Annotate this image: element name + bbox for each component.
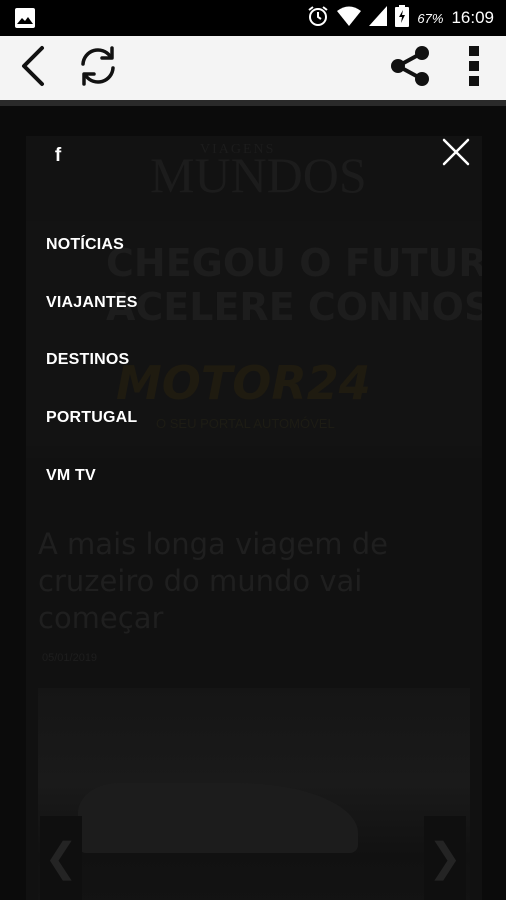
menu-item-vm-tv[interactable]: VM TV: [46, 464, 96, 488]
menu-item-noticias[interactable]: NOTÍCIAS: [46, 233, 124, 257]
image-notification-icon: [14, 7, 36, 34]
refresh-icon: [76, 44, 120, 93]
back-button[interactable]: [10, 36, 56, 100]
close-icon: [438, 138, 474, 174]
wifi-icon: [337, 6, 362, 31]
back-icon: [18, 44, 48, 93]
menu-item-destinos[interactable]: DESTINOS: [46, 348, 129, 372]
status-bar: 67% 16:09: [0, 0, 506, 36]
signal-icon: [369, 5, 388, 31]
battery-percent: 67%: [417, 10, 444, 26]
facebook-icon[interactable]: f: [44, 142, 72, 170]
refresh-button[interactable]: [70, 36, 126, 100]
navigation-drawer: f NOTÍCIAS VIAJANTES DESTINOS PORTUGAL V…: [0, 106, 506, 900]
share-icon: [388, 44, 432, 93]
share-button[interactable]: [382, 36, 438, 100]
menu-item-portugal[interactable]: PORTUGAL: [46, 406, 137, 430]
browser-toolbar: [0, 36, 506, 100]
more-options-button[interactable]: [456, 36, 492, 100]
battery-icon: [395, 4, 410, 32]
alarm-icon: [307, 5, 329, 32]
more-vert-icon: [467, 44, 481, 93]
close-menu-button[interactable]: [438, 134, 474, 170]
clock-time: 16:09: [451, 8, 494, 27]
menu-item-viajantes[interactable]: VIAJANTES: [46, 291, 138, 315]
